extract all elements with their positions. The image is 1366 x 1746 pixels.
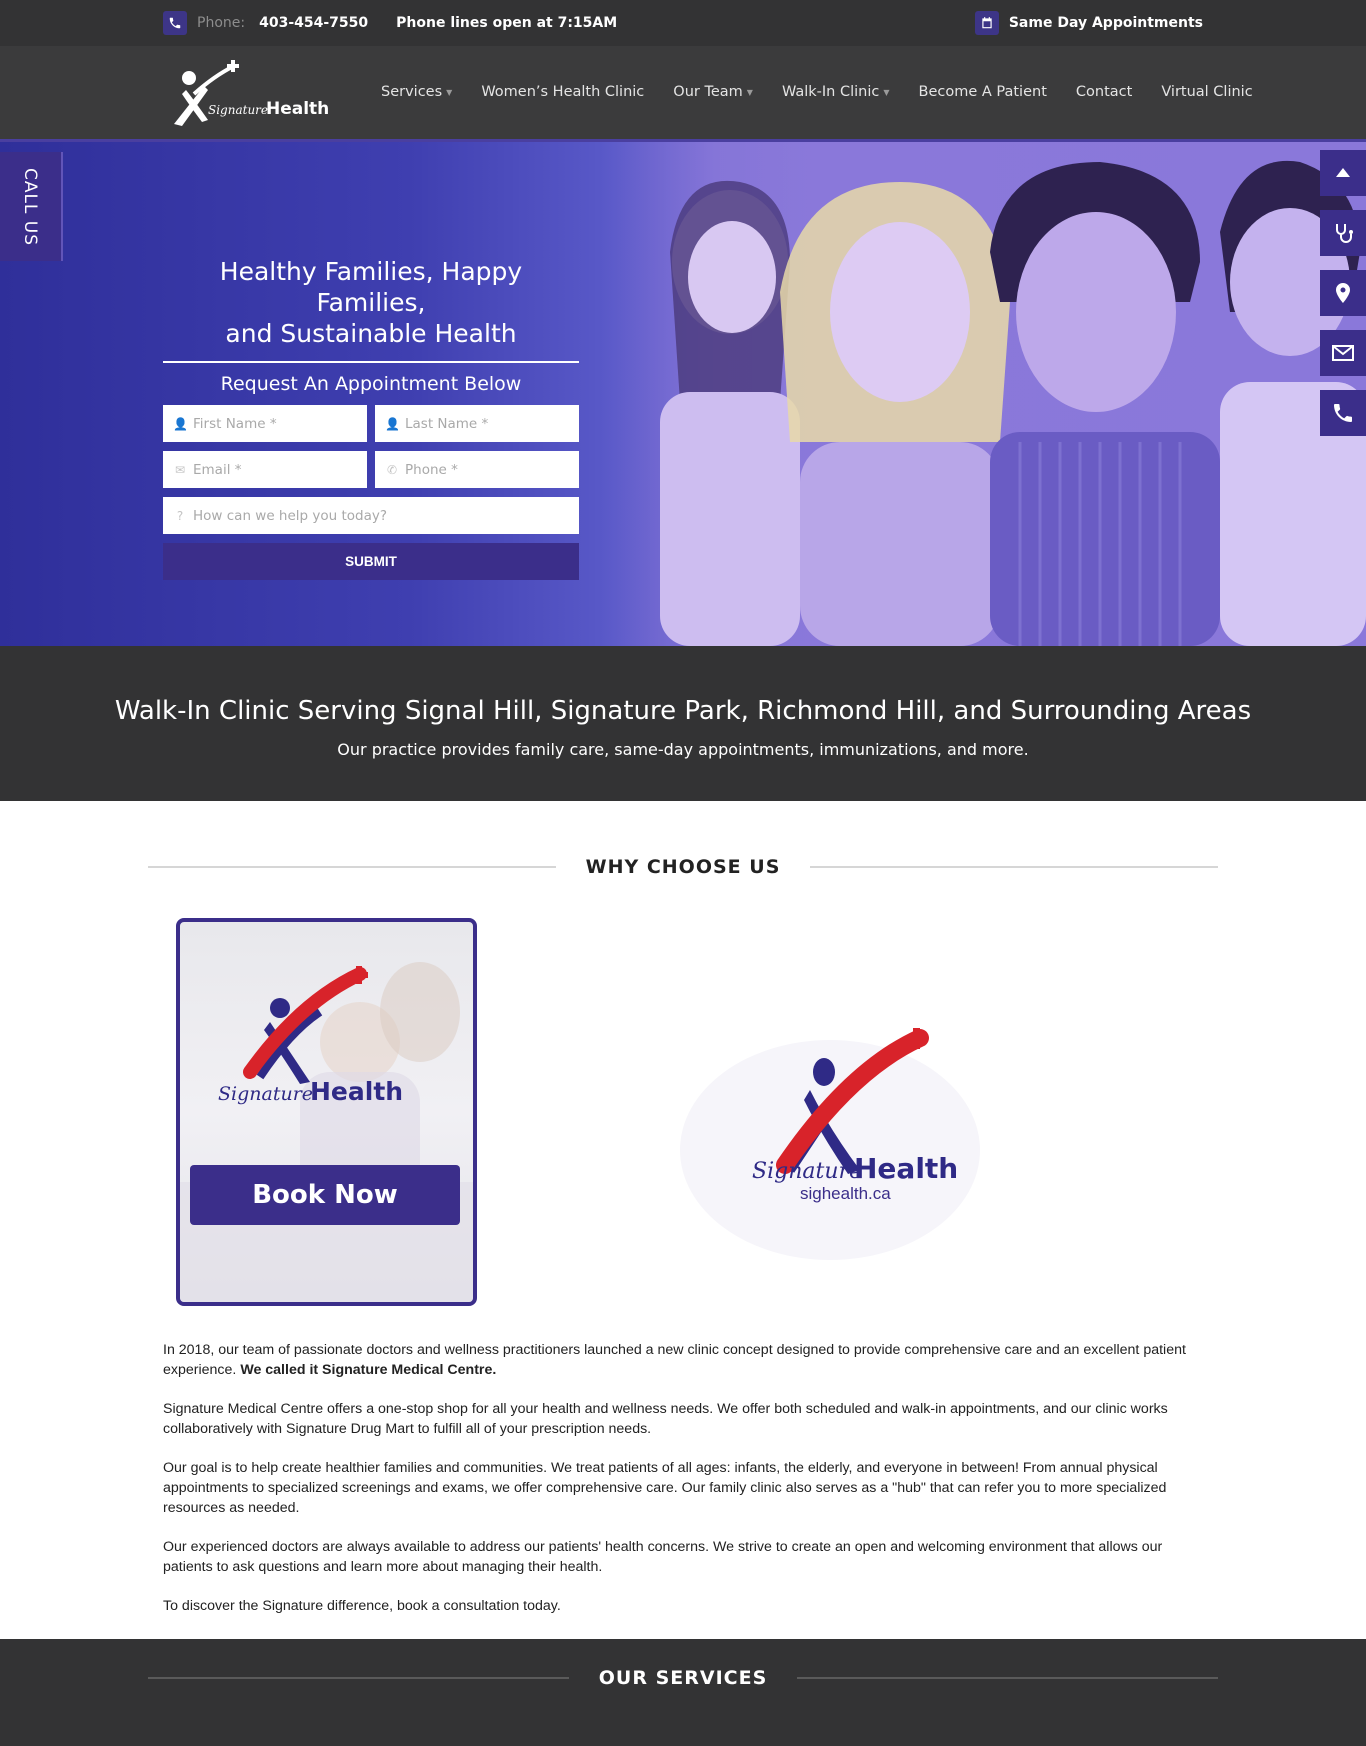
signature-health-large-logo: Signature Health sighealth.ca	[680, 1028, 980, 1260]
title-rule	[148, 1677, 569, 1679]
svg-text:sighealth.ca: sighealth.ca	[800, 1184, 891, 1203]
envelope-icon: ✉	[174, 462, 186, 477]
stethoscope-icon	[1336, 224, 1353, 243]
walk-in-heading: Walk-In Clinic Serving Signal Hill, Sign…	[114, 696, 1252, 726]
phone-label: Phone:	[197, 15, 246, 31]
book-now-button[interactable]: Book Now	[190, 1165, 460, 1225]
svg-text:Signature: Signature	[208, 103, 268, 117]
call-button[interactable]	[1320, 390, 1366, 436]
walk-in-band: Walk-In Clinic Serving Signal Hill, Sign…	[0, 646, 1366, 801]
nav-our-team[interactable]: Our Team ▼	[673, 84, 753, 100]
paragraph-5: To discover the Signature difference, bo…	[163, 1598, 561, 1614]
nav-services[interactable]: Services ▼	[381, 84, 452, 100]
same-day-label: Same Day Appointments	[1008, 15, 1203, 31]
svg-text:Signature: Signature	[218, 1083, 313, 1105]
map-pin-icon	[1336, 283, 1350, 303]
paragraph-3: Our goal is to help create healthier fam…	[163, 1460, 1167, 1516]
user-icon: 👤	[385, 416, 400, 431]
nav-contact[interactable]: Contact	[1076, 84, 1132, 100]
paragraph-4: Our experienced doctors are always avail…	[163, 1539, 1163, 1575]
submit-button[interactable]: SUBMIT	[163, 543, 579, 580]
divider	[163, 361, 579, 363]
svg-text:Signature: Signature	[752, 1159, 862, 1184]
paragraph-2: Signature Medical Centre offers a one-st…	[163, 1401, 1168, 1437]
why-choose-us-title: WHY CHOOSE US	[148, 856, 1218, 878]
title-rule	[810, 866, 1218, 868]
family-photo	[600, 142, 1366, 646]
site-header: Signature Health Services ▼ Women’s Healt…	[0, 46, 1366, 142]
signature-health-logo[interactable]: Signature Health	[164, 56, 344, 132]
about-content: In 2018, our team of passionate doctors …	[163, 1340, 1208, 1635]
calendar-icon	[974, 11, 999, 35]
main-nav: Services ▼ Women’s Health Clinic Our Team…	[381, 84, 1282, 100]
location-button[interactable]	[1320, 270, 1366, 316]
title-rule	[148, 866, 556, 868]
arrow-up-icon	[1336, 168, 1350, 177]
message-input[interactable]: ? How can we help you today?	[163, 497, 579, 534]
caret-down-icon: ▼	[446, 87, 453, 97]
nav-become-a-patient[interactable]: Become A Patient	[919, 84, 1047, 100]
hero-section: Healthy Families, Happy Families, and Su…	[0, 142, 1366, 646]
our-services-title: OUR SERVICES	[148, 1667, 1218, 1689]
phone-input[interactable]: ✆ Phone *	[375, 451, 579, 488]
call-us-tab[interactable]: CALL US	[0, 152, 63, 261]
phone-info: Phone: 403-454-7550 Phone lines open at …	[163, 11, 617, 35]
phone-icon	[163, 11, 187, 35]
caret-down-icon: ▼	[883, 87, 890, 97]
appointment-form: Healthy Families, Happy Families, and Su…	[163, 256, 579, 580]
phone-icon	[1334, 404, 1352, 422]
last-name-input[interactable]: 👤 Last Name *	[375, 405, 579, 442]
email-button[interactable]	[1320, 330, 1366, 376]
phone-number-link[interactable]: 403-454-7550	[259, 15, 368, 31]
envelope-icon	[1332, 345, 1354, 361]
call-us-label: CALL US	[20, 167, 41, 246]
svg-text:Health: Health	[854, 1152, 958, 1185]
same-day-appointments-link[interactable]: Same Day Appointments	[974, 11, 1203, 35]
nav-womens-health[interactable]: Women’s Health Clinic	[481, 84, 644, 100]
phone-icon: ✆	[386, 462, 398, 477]
top-bar: Phone: 403-454-7550 Phone lines open at …	[0, 0, 1366, 46]
hero-title: Healthy Families, Happy Families, and Su…	[219, 257, 523, 348]
caret-down-icon: ▼	[746, 87, 753, 97]
book-now-card[interactable]: Signature Health Book Now	[176, 918, 477, 1306]
first-name-input[interactable]: 👤 First Name *	[163, 405, 367, 442]
svg-text:Health: Health	[266, 99, 329, 119]
title-rule	[797, 1677, 1218, 1679]
svg-text:Health: Health	[310, 1077, 403, 1106]
paragraph-1: In 2018, our team of passionate doctors …	[163, 1342, 1186, 1378]
card-background-image: Signature Health	[180, 962, 473, 1302]
side-rail	[1320, 150, 1366, 450]
services-band: OUR SERVICES	[0, 1639, 1366, 1746]
nav-virtual-clinic[interactable]: Virtual Clinic	[1161, 84, 1252, 100]
walk-in-subtext: Our practice provides family care, same-…	[337, 740, 1029, 759]
email-input[interactable]: ✉ Email *	[163, 451, 367, 488]
nav-walk-in-clinic[interactable]: Walk-In Clinic ▼	[782, 84, 890, 100]
phone-hours: Phone lines open at 7:15AM	[396, 15, 618, 31]
user-icon: 👤	[173, 416, 188, 431]
form-subtitle: Request An Appointment Below	[220, 373, 522, 395]
question-icon: ?	[176, 508, 184, 523]
stethoscope-button[interactable]	[1320, 210, 1366, 256]
scroll-top-button[interactable]	[1320, 150, 1366, 196]
